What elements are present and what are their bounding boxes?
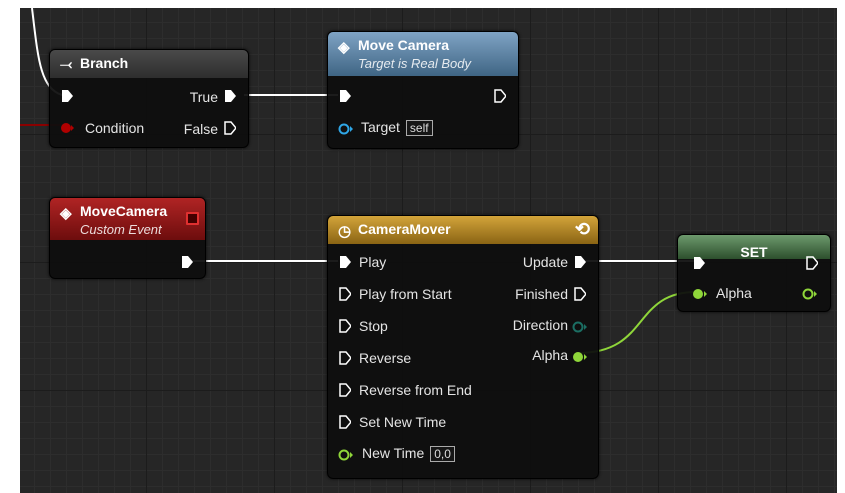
false-pin-label: False — [183, 121, 218, 137]
exec-in-pin[interactable] — [61, 89, 73, 103]
custom-event-subtitle: Custom Event — [80, 222, 162, 237]
alpha-float-out-pin[interactable] — [572, 350, 588, 364]
play-from-start-exec-pin[interactable] — [339, 287, 351, 301]
custom-event-title: MoveCamera — [80, 203, 168, 219]
condition-bool-pin[interactable] — [60, 121, 74, 135]
new-time-value-field[interactable]: 0,0 — [430, 446, 455, 462]
exec-out-pin[interactable] — [806, 256, 818, 270]
set-variable-node[interactable]: SET Alpha — [677, 234, 831, 312]
play-label: Play — [359, 254, 387, 270]
movecamera-custom-event-node[interactable]: ◈ MoveCamera Custom Event — [49, 197, 206, 279]
false-exec-out-pin[interactable] — [224, 121, 236, 135]
timeline-header: ◷ CameraMover ⟲ — [328, 216, 598, 244]
set-title: SET — [740, 244, 768, 260]
event-icon: ◈ — [60, 205, 72, 222]
update-exec-out-pin[interactable] — [574, 255, 586, 269]
play-exec-pin[interactable] — [339, 255, 351, 269]
delegate-pin[interactable] — [186, 212, 199, 225]
true-exec-out-pin[interactable] — [224, 89, 236, 103]
move-camera-header: ◈ Move Camera Target is Real Body — [328, 32, 518, 76]
branch-icon: ⤙ — [60, 56, 73, 73]
new-time-float-pin[interactable] — [338, 448, 354, 462]
move-camera-subtitle: Target is Real Body — [358, 56, 471, 71]
target-self-field[interactable]: self — [405, 120, 433, 136]
play-from-start-label: Play from Start — [359, 286, 452, 302]
branch-node-title: Branch — [80, 55, 129, 71]
update-label: Update — [522, 254, 568, 270]
direction-enum-pin[interactable] — [572, 320, 588, 334]
blueprint-graph[interactable]: ⤙ Branch True Condition False ◈ Move Cam… — [20, 8, 837, 493]
branch-node[interactable]: ⤙ Branch True Condition False — [49, 49, 249, 148]
set-alpha-label: Alpha — [716, 285, 752, 301]
new-time-row: New Time 0,0 — [362, 445, 455, 462]
set-new-time-exec-pin[interactable] — [339, 415, 351, 429]
reverse-from-end-label: Reverse from End — [359, 382, 472, 398]
function-icon: ◈ — [338, 39, 350, 56]
true-pin-label: True — [189, 89, 218, 105]
set-new-time-label: Set New Time — [359, 414, 447, 430]
loop-icon: ⟲ — [574, 219, 590, 239]
timeline-title: CameraMover — [358, 221, 451, 237]
stop-exec-pin[interactable] — [339, 319, 351, 333]
cameramover-timeline-node[interactable]: ◷ CameraMover ⟲ Play Play from Start Sto… — [327, 215, 599, 479]
exec-out-pin[interactable] — [494, 89, 506, 103]
alpha-float-out-pin[interactable] — [802, 287, 818, 301]
exec-in-pin[interactable] — [693, 256, 705, 270]
move-camera-function-node[interactable]: ◈ Move Camera Target is Real Body Target… — [327, 31, 519, 149]
finished-exec-out-pin[interactable] — [574, 287, 586, 301]
exec-in-pin[interactable] — [339, 89, 351, 103]
custom-event-header: ◈ MoveCamera Custom Event — [50, 198, 205, 240]
reverse-from-end-exec-pin[interactable] — [339, 383, 351, 397]
direction-label: Direction — [512, 317, 568, 333]
stop-label: Stop — [359, 318, 388, 334]
exec-out-pin[interactable] — [181, 255, 193, 269]
target-object-pin[interactable] — [338, 122, 354, 136]
branch-node-header: ⤙ Branch — [50, 50, 248, 78]
target-pin-row: Target self — [361, 119, 433, 136]
reverse-exec-pin[interactable] — [339, 351, 351, 365]
reverse-label: Reverse — [359, 350, 412, 366]
target-pin-label: Target — [361, 119, 400, 135]
alpha-float-in-pin[interactable] — [692, 287, 708, 301]
move-camera-title: Move Camera — [358, 37, 450, 53]
condition-pin-label: Condition — [85, 120, 145, 136]
alpha-label: Alpha — [532, 347, 568, 363]
clock-icon: ◷ — [338, 223, 352, 240]
finished-label: Finished — [515, 286, 568, 302]
new-time-label: New Time — [362, 445, 425, 461]
